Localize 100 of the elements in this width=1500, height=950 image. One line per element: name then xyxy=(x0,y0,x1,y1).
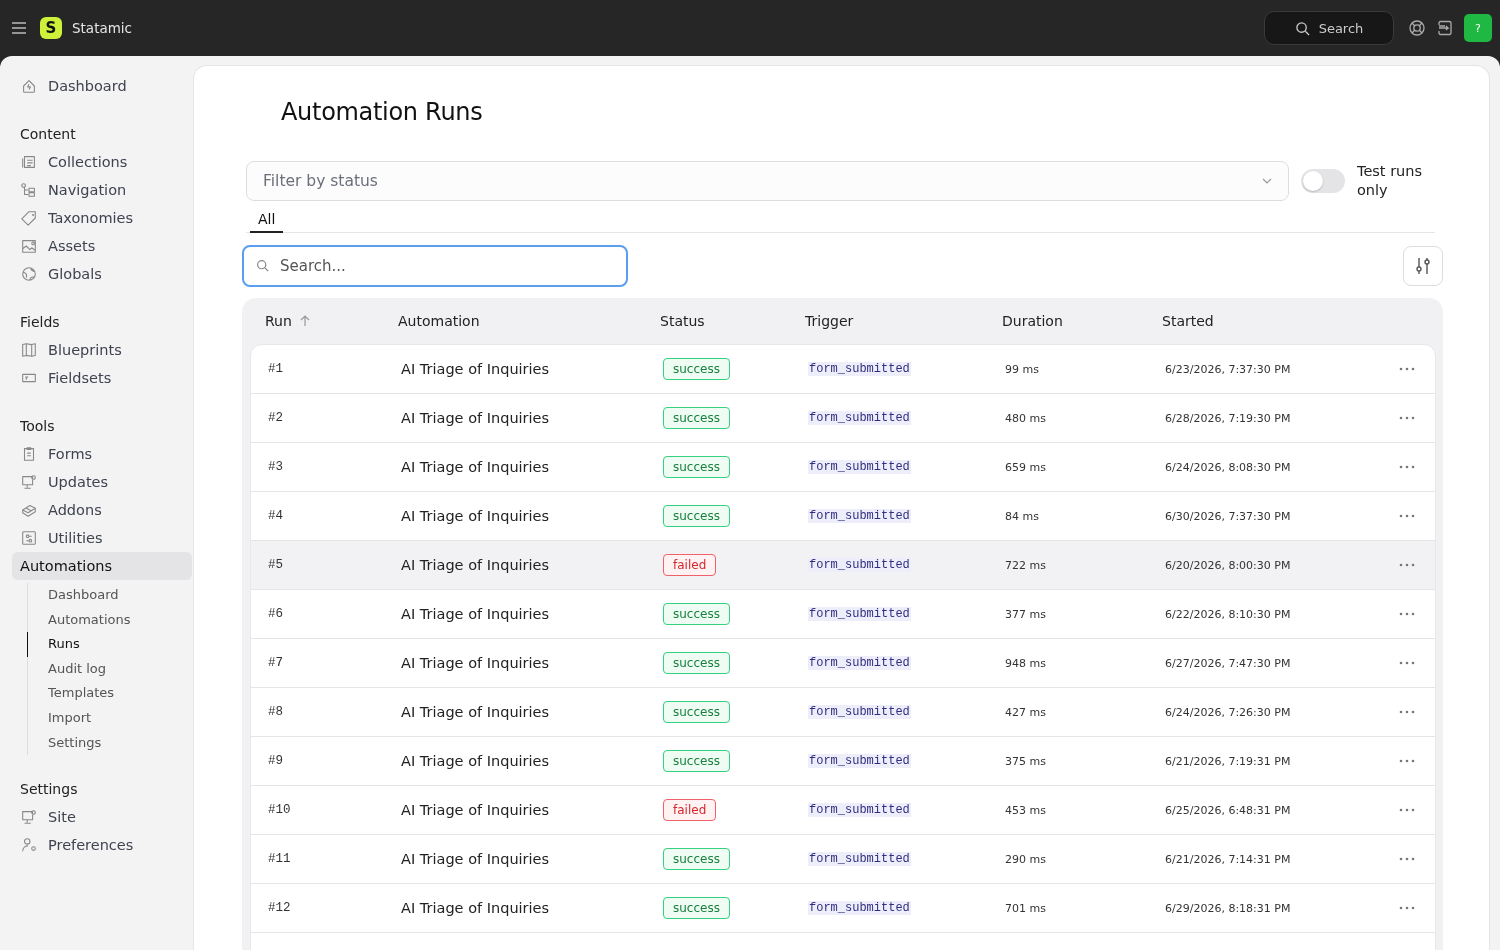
column-header[interactable]: Run xyxy=(250,313,383,329)
home-icon xyxy=(20,77,38,95)
sliders-icon xyxy=(1414,256,1432,276)
started-time: 6/20/2026, 8:00:30 PM xyxy=(1165,558,1291,572)
subnav-item[interactable]: Dashboard xyxy=(27,583,192,608)
table-row[interactable]: #6 AI Triage of Inquiries success form_submitted 377 ms 6/22/2026, 8:10:30 PM xyxy=(251,590,1435,639)
automation-name: AI Triage of Inquiries xyxy=(401,557,550,573)
table-row[interactable]: #5 AI Triage of Inquiries failed form_submitted 722 ms 6/20/2026, 8:00:30 PM xyxy=(251,541,1435,590)
subnav-item[interactable]: Audit log xyxy=(27,656,192,682)
table-row[interactable]: #1 AI Triage of Inquiries success form_submitted 99 ms 6/23/2026, 7:37:30 PM xyxy=(251,345,1435,394)
status-badge: success xyxy=(663,358,730,380)
duration: 99 ms xyxy=(1005,362,1039,376)
exit-icon[interactable] xyxy=(1436,19,1454,37)
table-row[interactable]: #2 AI Triage of Inquiries success form_submitted 480 ms 6/28/2026, 7:19:30 PM xyxy=(251,394,1435,443)
subnav-item[interactable]: Settings xyxy=(27,730,192,756)
status-badge: success xyxy=(663,897,730,919)
nav-item[interactable]: Blueprints xyxy=(12,336,192,364)
table-row[interactable]: #9 AI Triage of Inquiries success form_submitted 375 ms 6/21/2026, 7:19:31 PM xyxy=(251,737,1435,786)
more-icon[interactable] xyxy=(1399,612,1415,616)
nav-item[interactable]: Dashboard xyxy=(12,72,192,100)
trigger-code: form_submitted xyxy=(808,558,911,572)
nav-item[interactable]: Taxonomies xyxy=(12,204,192,232)
more-icon[interactable] xyxy=(1399,906,1415,910)
run-id: #9 xyxy=(268,754,283,768)
trigger-code: form_submitted xyxy=(808,705,911,719)
status-badge: success xyxy=(663,603,730,625)
status-badge: failed xyxy=(663,554,717,576)
nav-item[interactable]: Collections xyxy=(12,148,192,176)
column-header[interactable]: Started xyxy=(1147,313,1367,329)
more-icon[interactable] xyxy=(1399,808,1415,812)
automation-name: AI Triage of Inquiries xyxy=(401,606,550,622)
run-id: #1 xyxy=(268,362,283,376)
started-time: 6/21/2026, 7:19:31 PM xyxy=(1165,754,1291,768)
nav-item[interactable]: Addons xyxy=(12,496,192,524)
list-icon xyxy=(20,153,38,171)
started-time: 6/21/2026, 7:14:31 PM xyxy=(1165,852,1291,866)
nav-item[interactable]: Updates xyxy=(12,468,192,496)
nav-item[interactable]: Assets xyxy=(12,232,192,260)
more-icon[interactable] xyxy=(1399,759,1415,763)
status-badge: failed xyxy=(663,799,717,821)
more-icon[interactable] xyxy=(1399,465,1415,469)
started-time: 6/30/2026, 7:37:30 PM xyxy=(1165,509,1291,523)
run-id: #2 xyxy=(268,411,283,425)
nav-item[interactable]: Automations xyxy=(12,552,192,580)
started-time: 6/24/2026, 8:08:30 PM xyxy=(1165,460,1291,474)
status-badge: success xyxy=(663,701,730,723)
nav-item[interactable]: Forms xyxy=(12,440,192,468)
column-header[interactable]: Status xyxy=(645,313,790,329)
logo[interactable]: S xyxy=(40,17,62,39)
column-header[interactable]: Automation xyxy=(383,313,645,329)
subnav-item[interactable]: Automations xyxy=(27,607,192,633)
status-select[interactable]: Filter by status xyxy=(246,161,1289,201)
duration: 453 ms xyxy=(1005,803,1046,817)
more-icon[interactable] xyxy=(1399,710,1415,714)
duration: 948 ms xyxy=(1005,656,1046,670)
toggle-switch[interactable] xyxy=(1301,169,1345,193)
global-search-button[interactable]: Search xyxy=(1264,11,1394,45)
subnav-item[interactable]: Runs xyxy=(27,632,192,657)
subnav-item[interactable]: Import xyxy=(27,705,192,731)
run-id: #10 xyxy=(268,803,291,817)
table-row[interactable]: #11 AI Triage of Inquiries success form_submitted 290 ms 6/21/2026, 7:14:31 PM xyxy=(251,835,1435,884)
table-row[interactable]: #8 AI Triage of Inquiries success form_submitted 427 ms 6/24/2026, 7:26:30 PM xyxy=(251,688,1435,737)
table-row[interactable]: #7 AI Triage of Inquiries success form_submitted 948 ms 6/27/2026, 7:47:30 PM xyxy=(251,639,1435,688)
search-field[interactable]: Search... xyxy=(242,245,628,287)
trigger-code: form_submitted xyxy=(808,656,911,670)
more-icon[interactable] xyxy=(1399,661,1415,665)
run-id: #11 xyxy=(268,852,291,866)
nav-item[interactable]: Site xyxy=(12,803,192,832)
duration: 480 ms xyxy=(1005,411,1046,425)
section-heading: Fields xyxy=(19,313,61,332)
table-row[interactable]: #12 AI Triage of Inquiries success form_submitted 701 ms 6/29/2026, 8:18:31 PM xyxy=(251,884,1435,933)
tab[interactable]: All xyxy=(250,209,284,233)
menu-icon[interactable] xyxy=(12,22,26,34)
more-icon[interactable] xyxy=(1399,514,1415,518)
column-settings-button[interactable] xyxy=(1403,246,1443,286)
nav-item[interactable]: Globals xyxy=(12,260,192,288)
column-header[interactable]: Duration xyxy=(987,313,1147,329)
monitor-icon xyxy=(20,808,38,827)
table-row[interactable]: #10 AI Triage of Inquiries failed form_submitted 453 ms 6/25/2026, 6:48:31 PM xyxy=(251,786,1435,835)
nav-item[interactable]: Utilities xyxy=(12,524,192,552)
more-icon[interactable] xyxy=(1399,857,1415,861)
table-row[interactable]: #3 AI Triage of Inquiries success form_submitted 659 ms 6/24/2026, 8:08:30 PM xyxy=(251,443,1435,492)
duration: 722 ms xyxy=(1005,558,1046,572)
automation-name: AI Triage of Inquiries xyxy=(401,508,550,524)
section-heading: Tools xyxy=(19,417,56,436)
tree-icon xyxy=(20,181,38,199)
more-icon[interactable] xyxy=(1399,367,1415,371)
run-id: #8 xyxy=(268,705,283,719)
automation-name: AI Triage of Inquiries xyxy=(401,851,550,867)
automation-name: AI Triage of Inquiries xyxy=(401,655,550,671)
help-icon[interactable] xyxy=(1408,19,1426,37)
run-id: #5 xyxy=(268,558,283,572)
nav-item[interactable]: Preferences xyxy=(12,831,192,860)
subnav-item[interactable]: Templates xyxy=(27,681,192,706)
nav-item[interactable]: Navigation xyxy=(12,176,192,204)
trigger-code: form_submitted xyxy=(808,362,911,376)
column-header[interactable]: Trigger xyxy=(790,313,987,329)
more-icon[interactable] xyxy=(1399,416,1415,420)
more-icon[interactable] xyxy=(1399,563,1415,567)
nav-item[interactable]: Fieldsets xyxy=(12,364,192,392)
